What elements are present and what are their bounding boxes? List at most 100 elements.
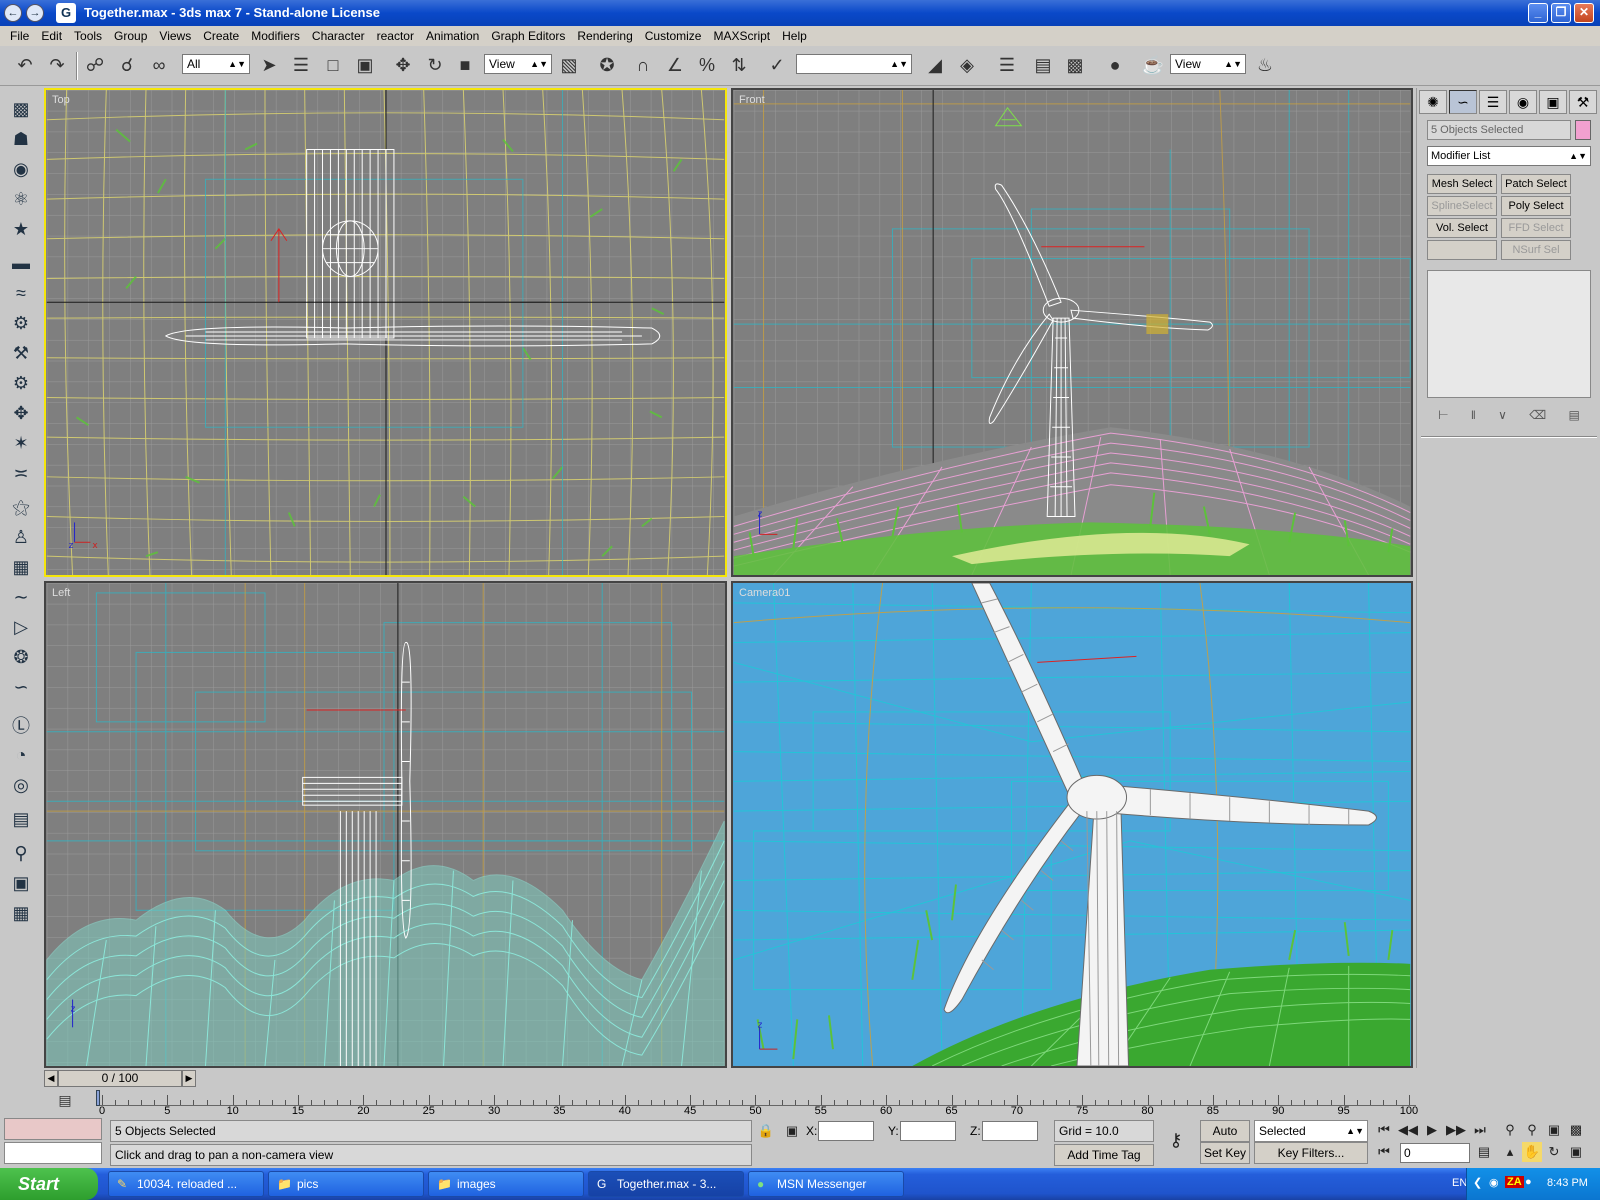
utilities-tab-icon[interactable]: ⚒ (1569, 90, 1597, 114)
show-end-result-icon[interactable]: ‖ (1471, 408, 1476, 422)
edit-named-selection-icon[interactable]: ✓ (764, 52, 790, 78)
tray-network-icon[interactable]: ◉ (1489, 1176, 1499, 1189)
modifier-stack[interactable] (1427, 270, 1591, 398)
key-mode-toggle-icon[interactable]: ⏮ (1374, 1142, 1394, 1162)
key-filters-button[interactable]: Key Filters... (1254, 1142, 1368, 1164)
viewport-label-front[interactable]: Front (739, 94, 765, 106)
mesh-select-button[interactable]: Mesh Select (1427, 174, 1497, 194)
pan-hand-icon[interactable]: ✋ (1522, 1142, 1542, 1162)
open-mini-curve-editor-icon[interactable]: ▤ (54, 1092, 76, 1114)
go-to-end-icon[interactable]: ⏭ (1470, 1120, 1490, 1140)
prismatic-icon[interactable]: ▷ (8, 614, 34, 640)
viewport-camera01[interactable]: z Camera01 (731, 581, 1413, 1068)
task-10034-reloaded[interactable]: ✎ 10034. reloaded ... (108, 1171, 264, 1197)
ffd-select-button[interactable]: FFD Select (1501, 218, 1571, 238)
set-key-button[interactable]: Set Key (1200, 1142, 1250, 1164)
selection-name-field[interactable]: 5 Objects Selected (1427, 120, 1571, 140)
menu-create[interactable]: Create (197, 29, 245, 43)
analyze-world-icon[interactable]: Ⓛ (8, 712, 34, 738)
render-type-dropdown[interactable]: View ▲▼ (1170, 54, 1246, 74)
align-icon[interactable]: ◈ (954, 52, 980, 78)
snap-toggle-icon[interactable]: ∩ (630, 52, 656, 78)
time-slider-next-icon[interactable]: ▶ (182, 1070, 196, 1087)
ragdoll-icon[interactable]: ♙ (8, 524, 34, 550)
quick-render-teapot-icon[interactable]: ♨ (1252, 52, 1278, 78)
restore-button[interactable]: ❐ (1551, 3, 1571, 23)
mirror-icon[interactable]: ◢ (922, 52, 948, 78)
material-editor-icon[interactable]: ● (1102, 52, 1128, 78)
layer-manager-icon[interactable]: ☰ (994, 52, 1020, 78)
maxscript-listener-mini[interactable] (4, 1118, 102, 1140)
minimize-button[interactable]: _ (1528, 3, 1548, 23)
zonealarm-icon[interactable]: ZA (1505, 1176, 1524, 1188)
menu-reactor[interactable]: reactor (371, 29, 420, 43)
percent-snap-icon[interactable]: % (694, 52, 720, 78)
deforming-mesh-icon[interactable]: ★ (8, 216, 34, 242)
car-wheel-icon[interactable]: ❂ (8, 644, 34, 670)
create-tab-icon[interactable]: ✺ (1419, 90, 1447, 114)
absolute-mode-icon[interactable]: ▣ (782, 1121, 802, 1141)
create-animation-icon[interactable]: ◎ (8, 772, 34, 798)
viewport-top[interactable]: z x Top (44, 88, 727, 577)
poly-select-button[interactable]: Poly Select (1501, 196, 1571, 216)
viewport-front[interactable]: z Front (731, 88, 1413, 577)
select-by-name-icon[interactable]: ☰ (288, 52, 314, 78)
menu-file[interactable]: File (4, 29, 35, 43)
water-icon[interactable]: ≍ (8, 460, 34, 486)
angle-snap-icon[interactable]: ∠ (662, 52, 688, 78)
back-icon[interactable]: ← (4, 4, 22, 22)
display-tab-icon[interactable]: ▣ (1539, 90, 1567, 114)
current-frame-field[interactable]: 0 (1400, 1143, 1470, 1163)
menu-group[interactable]: Group (108, 29, 153, 43)
scale-icon[interactable]: ■ (452, 52, 478, 78)
configure-modifier-sets-icon[interactable]: ▤ (1568, 408, 1579, 422)
lock-selection-icon[interactable]: 🔒 (756, 1121, 776, 1141)
object-color-swatch[interactable] (1575, 120, 1591, 140)
menu-modifiers[interactable]: Modifiers (245, 29, 306, 43)
bind-space-warp-icon[interactable]: ∞ (146, 52, 172, 78)
track-bar[interactable]: 0 5 10 15 20 25 30 35 40 45 50 55 60 65 70 75 80 85 90 95 10… (96, 1090, 1418, 1120)
zoom-icon[interactable]: ⚲ (1500, 1120, 1520, 1140)
point-to-point-icon[interactable]: ∼ (8, 584, 34, 610)
spinner-snap-icon[interactable]: ⇅ (726, 52, 752, 78)
menu-graph-editors[interactable]: Graph Editors (485, 29, 571, 43)
film-icon[interactable]: ▦ (8, 900, 34, 926)
patch-select-button[interactable]: Patch Select (1501, 174, 1571, 194)
menu-views[interactable]: Views (153, 29, 197, 43)
hierarchy-tab-icon[interactable]: ☰ (1479, 90, 1507, 114)
schematic-view-icon[interactable]: ▩ (1062, 52, 1088, 78)
nsurf-sel-button[interactable]: NSurf Sel (1501, 240, 1571, 260)
constraint-solver-icon[interactable]: ⚝ (8, 494, 34, 520)
add-time-tag-button[interactable]: Add Time Tag (1054, 1144, 1154, 1166)
time-slider-prev-icon[interactable]: ◀ (44, 1070, 58, 1087)
auto-key-button[interactable]: Auto Key (1200, 1120, 1250, 1158)
manipulate-icon[interactable]: ✪ (594, 52, 620, 78)
z-coordinate-field[interactable] (982, 1121, 1038, 1141)
pin-stack-icon[interactable]: ⊢ (1438, 408, 1448, 422)
wind-icon[interactable]: ⚙ (8, 370, 34, 396)
start-button[interactable]: Start (0, 1168, 98, 1200)
task-msn-messenger[interactable]: ● MSN Messenger (748, 1171, 904, 1197)
set-key-key-icon[interactable]: ⚷ (1166, 1130, 1186, 1150)
play-icon[interactable]: ▶ (1422, 1120, 1442, 1140)
softbody-collection-icon[interactable]: ◉ (8, 156, 34, 182)
time-configuration-icon[interactable]: ▤ (1474, 1142, 1494, 1162)
task-pics[interactable]: 📁 pics (268, 1171, 424, 1197)
maxscript-input-mini[interactable] (4, 1142, 102, 1164)
menu-maxscript[interactable]: MAXScript (707, 29, 776, 43)
zoom-all-icon[interactable]: ⚲ (1522, 1120, 1542, 1140)
rope-collection-icon[interactable]: ⚛ (8, 186, 34, 212)
task-images[interactable]: 📁 images (428, 1171, 584, 1197)
modify-tab-icon[interactable]: ∽ (1449, 90, 1477, 114)
task-together-max[interactable]: G Together.max - 3... (588, 1171, 744, 1197)
zoom-search-icon[interactable]: ⚲ (8, 840, 34, 866)
pivot-center-icon[interactable]: ▧ (556, 52, 582, 78)
reference-coordinate-dropdown[interactable]: View ▲▼ (484, 54, 552, 74)
motion-tab-icon[interactable]: ◉ (1509, 90, 1537, 114)
time-slider[interactable]: ◀ 0 / 100 ▶ (44, 1070, 1412, 1088)
spring-icon[interactable]: ≈ (8, 280, 34, 306)
render-scene-icon[interactable]: ☕ (1140, 52, 1166, 78)
undo-icon[interactable]: ↶ (12, 52, 38, 78)
remove-modifier-icon[interactable]: ⌫ (1529, 408, 1546, 422)
viewport-label-camera01[interactable]: Camera01 (739, 587, 790, 599)
